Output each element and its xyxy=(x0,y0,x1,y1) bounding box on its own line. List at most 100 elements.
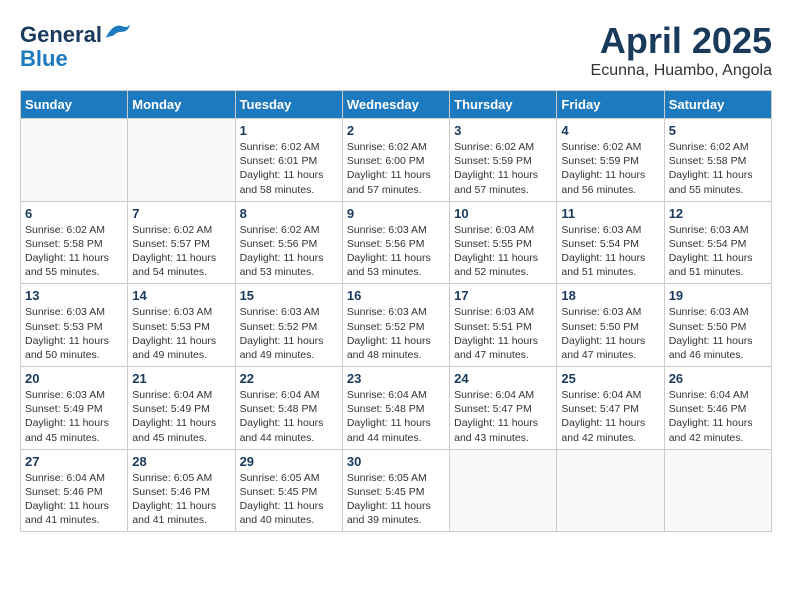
day-info: Sunrise: 6:04 AM Sunset: 5:47 PM Dayligh… xyxy=(561,388,659,445)
table-row: 10Sunrise: 6:03 AM Sunset: 5:55 PM Dayli… xyxy=(450,201,557,284)
day-number: 30 xyxy=(347,454,445,469)
day-info: Sunrise: 6:03 AM Sunset: 5:51 PM Dayligh… xyxy=(454,305,552,362)
day-info: Sunrise: 6:02 AM Sunset: 5:59 PM Dayligh… xyxy=(454,140,552,197)
logo-text: General Blue xyxy=(20,20,132,71)
calendar-row: 6 Sunrise: 6:02 AM Sunset: 5:58 PM Daylig… xyxy=(21,201,772,284)
logo-bird-icon xyxy=(104,20,132,42)
table-row: 1 Sunrise: 6:02 AM Sunset: 6:01 PM Daylig… xyxy=(235,119,342,202)
col-friday: Friday xyxy=(557,91,664,119)
calendar-table: Sunday Monday Tuesday Wednesday Thursday… xyxy=(20,90,772,532)
day-number: 2 xyxy=(347,123,445,138)
day-info: Sunrise: 6:04 AM Sunset: 5:48 PM Dayligh… xyxy=(347,388,445,445)
table-row: 2 Sunrise: 6:02 AM Sunset: 6:00 PM Daylig… xyxy=(342,119,449,202)
day-info: Sunrise: 6:03 AM Sunset: 5:50 PM Dayligh… xyxy=(669,305,767,362)
table-row: 23 Sunrise: 6:04 AM Sunset: 5:48 PM Dayli… xyxy=(342,367,449,450)
table-row: 25 Sunrise: 6:04 AM Sunset: 5:47 PM Dayli… xyxy=(557,367,664,450)
col-sunday: Sunday xyxy=(21,91,128,119)
day-info: Sunrise: 6:02 AM Sunset: 6:01 PM Dayligh… xyxy=(240,140,338,197)
table-row: 8 Sunrise: 6:02 AM Sunset: 5:56 PM Daylig… xyxy=(235,201,342,284)
day-info: Sunrise: 6:03 AM Sunset: 5:49 PM Dayligh… xyxy=(25,388,123,445)
month-title: April 2025 xyxy=(591,20,772,62)
day-number: 22 xyxy=(240,371,338,386)
day-number: 5 xyxy=(669,123,767,138)
day-number: 13 xyxy=(25,288,123,303)
table-row: 11 Sunrise: 6:03 AM Sunset: 5:54 PM Dayli… xyxy=(557,201,664,284)
day-number: 18 xyxy=(561,288,659,303)
table-row: 16Sunrise: 6:03 AM Sunset: 5:52 PM Dayli… xyxy=(342,284,449,367)
day-info: Sunrise: 6:05 AM Sunset: 5:45 PM Dayligh… xyxy=(240,471,338,528)
calendar-row: 1 Sunrise: 6:02 AM Sunset: 6:01 PM Daylig… xyxy=(21,119,772,202)
location: Ecunna, Huambo, Angola xyxy=(591,62,772,80)
col-monday: Monday xyxy=(128,91,235,119)
table-row: 21Sunrise: 6:04 AM Sunset: 5:49 PM Dayli… xyxy=(128,367,235,450)
day-info: Sunrise: 6:04 AM Sunset: 5:47 PM Dayligh… xyxy=(454,388,552,445)
table-row xyxy=(450,449,557,532)
calendar-row: 20 Sunrise: 6:03 AM Sunset: 5:49 PM Dayli… xyxy=(21,367,772,450)
day-number: 7 xyxy=(132,206,230,221)
table-row: 17 Sunrise: 6:03 AM Sunset: 5:51 PM Dayli… xyxy=(450,284,557,367)
table-row: 7 Sunrise: 6:02 AM Sunset: 5:57 PM Daylig… xyxy=(128,201,235,284)
day-info: Sunrise: 6:03 AM Sunset: 5:53 PM Dayligh… xyxy=(25,305,123,362)
table-row: 12 Sunrise: 6:03 AM Sunset: 5:54 PM Dayli… xyxy=(664,201,771,284)
day-number: 15 xyxy=(240,288,338,303)
day-number: 24 xyxy=(454,371,552,386)
table-row: 18 Sunrise: 6:03 AM Sunset: 5:50 PM Dayli… xyxy=(557,284,664,367)
table-row xyxy=(557,449,664,532)
col-thursday: Thursday xyxy=(450,91,557,119)
table-row: 26Sunrise: 6:04 AM Sunset: 5:46 PM Dayli… xyxy=(664,367,771,450)
day-number: 1 xyxy=(240,123,338,138)
day-info: Sunrise: 6:05 AM Sunset: 5:45 PM Dayligh… xyxy=(347,471,445,528)
day-info: Sunrise: 6:02 AM Sunset: 5:57 PM Dayligh… xyxy=(132,223,230,280)
day-number: 26 xyxy=(669,371,767,386)
calendar-row: 27 Sunrise: 6:04 AM Sunset: 5:46 PM Dayli… xyxy=(21,449,772,532)
day-info: Sunrise: 6:03 AM Sunset: 5:54 PM Dayligh… xyxy=(669,223,767,280)
table-row: 15 Sunrise: 6:03 AM Sunset: 5:52 PM Dayli… xyxy=(235,284,342,367)
col-saturday: Saturday xyxy=(664,91,771,119)
day-info: Sunrise: 6:02 AM Sunset: 5:58 PM Dayligh… xyxy=(25,223,123,280)
col-wednesday: Wednesday xyxy=(342,91,449,119)
day-number: 8 xyxy=(240,206,338,221)
day-info: Sunrise: 6:04 AM Sunset: 5:46 PM Dayligh… xyxy=(25,471,123,528)
day-info: Sunrise: 6:03 AM Sunset: 5:52 PM Dayligh… xyxy=(240,305,338,362)
day-number: 10 xyxy=(454,206,552,221)
day-number: 4 xyxy=(561,123,659,138)
table-row: 24 Sunrise: 6:04 AM Sunset: 5:47 PM Dayli… xyxy=(450,367,557,450)
day-number: 9 xyxy=(347,206,445,221)
table-row: 20 Sunrise: 6:03 AM Sunset: 5:49 PM Dayli… xyxy=(21,367,128,450)
day-info: Sunrise: 6:03 AM Sunset: 5:50 PM Dayligh… xyxy=(561,305,659,362)
logo-blue-text: Blue xyxy=(20,46,68,71)
day-info: Sunrise: 6:02 AM Sunset: 5:58 PM Dayligh… xyxy=(669,140,767,197)
title-section: April 2025 Ecunna, Huambo, Angola xyxy=(591,20,772,80)
col-tuesday: Tuesday xyxy=(235,91,342,119)
day-info: Sunrise: 6:02 AM Sunset: 6:00 PM Dayligh… xyxy=(347,140,445,197)
calendar-row: 13 Sunrise: 6:03 AM Sunset: 5:53 PM Dayli… xyxy=(21,284,772,367)
day-number: 11 xyxy=(561,206,659,221)
table-row: 13 Sunrise: 6:03 AM Sunset: 5:53 PM Dayli… xyxy=(21,284,128,367)
day-number: 12 xyxy=(669,206,767,221)
day-info: Sunrise: 6:03 AM Sunset: 5:56 PM Dayligh… xyxy=(347,223,445,280)
table-row: 4 Sunrise: 6:02 AM Sunset: 5:59 PM Daylig… xyxy=(557,119,664,202)
day-number: 27 xyxy=(25,454,123,469)
day-info: Sunrise: 6:03 AM Sunset: 5:53 PM Dayligh… xyxy=(132,305,230,362)
day-number: 19 xyxy=(669,288,767,303)
table-row: 30 Sunrise: 6:05 AM Sunset: 5:45 PM Dayli… xyxy=(342,449,449,532)
day-number: 3 xyxy=(454,123,552,138)
table-row xyxy=(21,119,128,202)
day-number: 20 xyxy=(25,371,123,386)
table-row xyxy=(128,119,235,202)
table-row: 6 Sunrise: 6:02 AM Sunset: 5:58 PM Daylig… xyxy=(21,201,128,284)
day-info: Sunrise: 6:02 AM Sunset: 5:59 PM Dayligh… xyxy=(561,140,659,197)
table-row: 22Sunrise: 6:04 AM Sunset: 5:48 PM Dayli… xyxy=(235,367,342,450)
day-info: Sunrise: 6:03 AM Sunset: 5:54 PM Dayligh… xyxy=(561,223,659,280)
table-row: 29Sunrise: 6:05 AM Sunset: 5:45 PM Dayli… xyxy=(235,449,342,532)
day-info: Sunrise: 6:03 AM Sunset: 5:52 PM Dayligh… xyxy=(347,305,445,362)
table-row: 5 Sunrise: 6:02 AM Sunset: 5:58 PM Daylig… xyxy=(664,119,771,202)
day-info: Sunrise: 6:04 AM Sunset: 5:49 PM Dayligh… xyxy=(132,388,230,445)
day-number: 25 xyxy=(561,371,659,386)
table-row xyxy=(664,449,771,532)
day-number: 17 xyxy=(454,288,552,303)
day-number: 23 xyxy=(347,371,445,386)
day-info: Sunrise: 6:02 AM Sunset: 5:56 PM Dayligh… xyxy=(240,223,338,280)
logo: General Blue xyxy=(20,20,132,71)
day-number: 6 xyxy=(25,206,123,221)
